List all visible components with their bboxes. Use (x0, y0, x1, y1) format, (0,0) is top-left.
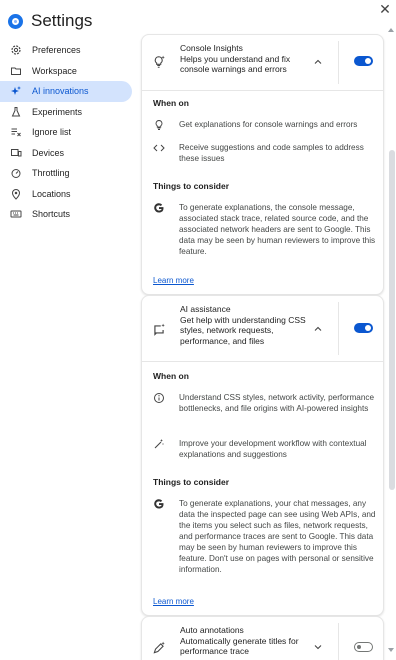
sidebar-item-workspace[interactable]: Workspace (0, 61, 132, 82)
sparkle-icon (9, 85, 22, 98)
list-item: Improve your development workflow with c… (153, 438, 378, 460)
google-g-icon (153, 202, 165, 214)
feature-title: Console Insights (180, 43, 243, 53)
sidebar-item-locations[interactable]: Locations (0, 184, 132, 205)
feature-description: Get help with understanding CSS styles, … (180, 314, 306, 346)
things-to-consider-heading: Things to consider (153, 181, 230, 191)
lightbulb-sparkle-icon (152, 55, 166, 69)
scroll-up-arrow-icon[interactable] (388, 28, 394, 32)
list-item: To generate explanations, your chat mess… (153, 498, 378, 575)
list-item: Understand CSS styles, network activity,… (153, 392, 378, 414)
code-icon (153, 142, 165, 154)
keyboard-icon (9, 208, 22, 221)
ignore-list-icon (9, 126, 22, 139)
speedometer-icon (9, 167, 22, 180)
chevron-up-icon[interactable] (312, 323, 324, 335)
sidebar-item-label: Shortcuts (32, 209, 71, 220)
when-on-heading: When on (153, 98, 189, 108)
console-insights-card: Console Insights Helps you understand an… (141, 34, 384, 295)
chrome-devtools-logo-icon (8, 13, 23, 29)
when-on-heading: When on (153, 371, 189, 381)
info-icon (153, 392, 165, 404)
sidebar-item-throttling[interactable]: Throttling (0, 163, 132, 184)
sidebar-item-ai-innovations[interactable]: AI innovations (0, 81, 132, 102)
sidebar-item-experiments[interactable]: Experiments (0, 102, 132, 123)
sidebar-item-label: Preferences (32, 45, 81, 56)
sidebar-item-label: Ignore list (32, 127, 72, 138)
ai-assistance-card: AI assistance Get help with understandin… (141, 295, 384, 616)
folder-icon (9, 64, 22, 77)
sidebar-item-preferences[interactable]: Preferences (0, 40, 132, 61)
sidebar-item-ignore-list[interactable]: Ignore list (0, 122, 132, 143)
divider (338, 302, 339, 355)
list-item: Receive suggestions and code samples to … (153, 142, 378, 164)
sidebar-item-label: Locations (32, 188, 71, 199)
sidebar-item-devices[interactable]: Devices (0, 143, 132, 164)
google-g-icon (153, 498, 165, 510)
feature-description: Automatically generate titles for perfor… (180, 635, 299, 657)
sidebar-item-label: Experiments (32, 106, 83, 117)
magic-wand-icon (153, 438, 165, 450)
auto-annotations-header[interactable]: Auto annotations Automatically generate … (142, 617, 383, 660)
chevron-up-icon[interactable] (312, 56, 324, 68)
feature-title: AI assistance (180, 304, 231, 314)
list-item: Get explanations for console warnings an… (153, 119, 378, 131)
gear-icon (9, 44, 22, 57)
things-to-consider-heading: Things to consider (153, 477, 230, 487)
divider (338, 41, 339, 84)
chevron-down-icon[interactable] (312, 641, 324, 653)
auto-annotations-toggle[interactable] (354, 642, 373, 652)
console-insights-header[interactable]: Console Insights Helps you understand an… (142, 35, 383, 91)
ai-assistance-header[interactable]: AI assistance Get help with understandin… (142, 296, 383, 362)
sidebar-item-label: Throttling (32, 168, 70, 179)
settings-header: Settings (8, 8, 396, 34)
ai-assistance-toggle[interactable] (354, 323, 373, 333)
feature-title: Auto annotations (180, 625, 244, 635)
sidebar-item-label: Workspace (32, 65, 77, 76)
feature-description: Helps you understand and fix console war… (180, 53, 291, 75)
pen-sparkle-icon (152, 641, 166, 655)
learn-more-link[interactable]: Learn more (153, 597, 194, 606)
settings-sidebar: Preferences Workspace AI innovations Exp… (0, 40, 132, 225)
learn-more-link[interactable]: Learn more (153, 276, 194, 285)
divider (338, 623, 339, 660)
list-item: To generate explanations, the console me… (153, 202, 378, 257)
scrollbar-thumb[interactable] (389, 150, 395, 490)
devices-icon (9, 146, 22, 159)
location-pin-icon (9, 187, 22, 200)
sidebar-item-label: AI innovations (32, 86, 89, 97)
auto-annotations-card: Auto annotations Automatically generate … (141, 616, 384, 660)
scroll-down-arrow-icon[interactable] (388, 648, 394, 652)
sidebar-item-label: Devices (32, 147, 65, 158)
close-icon[interactable]: ✕ (378, 2, 392, 16)
settings-content: Console Insights Helps you understand an… (141, 34, 384, 660)
page-title: Settings (31, 11, 93, 30)
sidebar-item-shortcuts[interactable]: Shortcuts (0, 204, 132, 225)
lightbulb-icon (153, 119, 165, 131)
chat-sparkle-icon (152, 323, 166, 337)
console-insights-toggle[interactable] (354, 56, 373, 66)
flask-icon (9, 105, 22, 118)
